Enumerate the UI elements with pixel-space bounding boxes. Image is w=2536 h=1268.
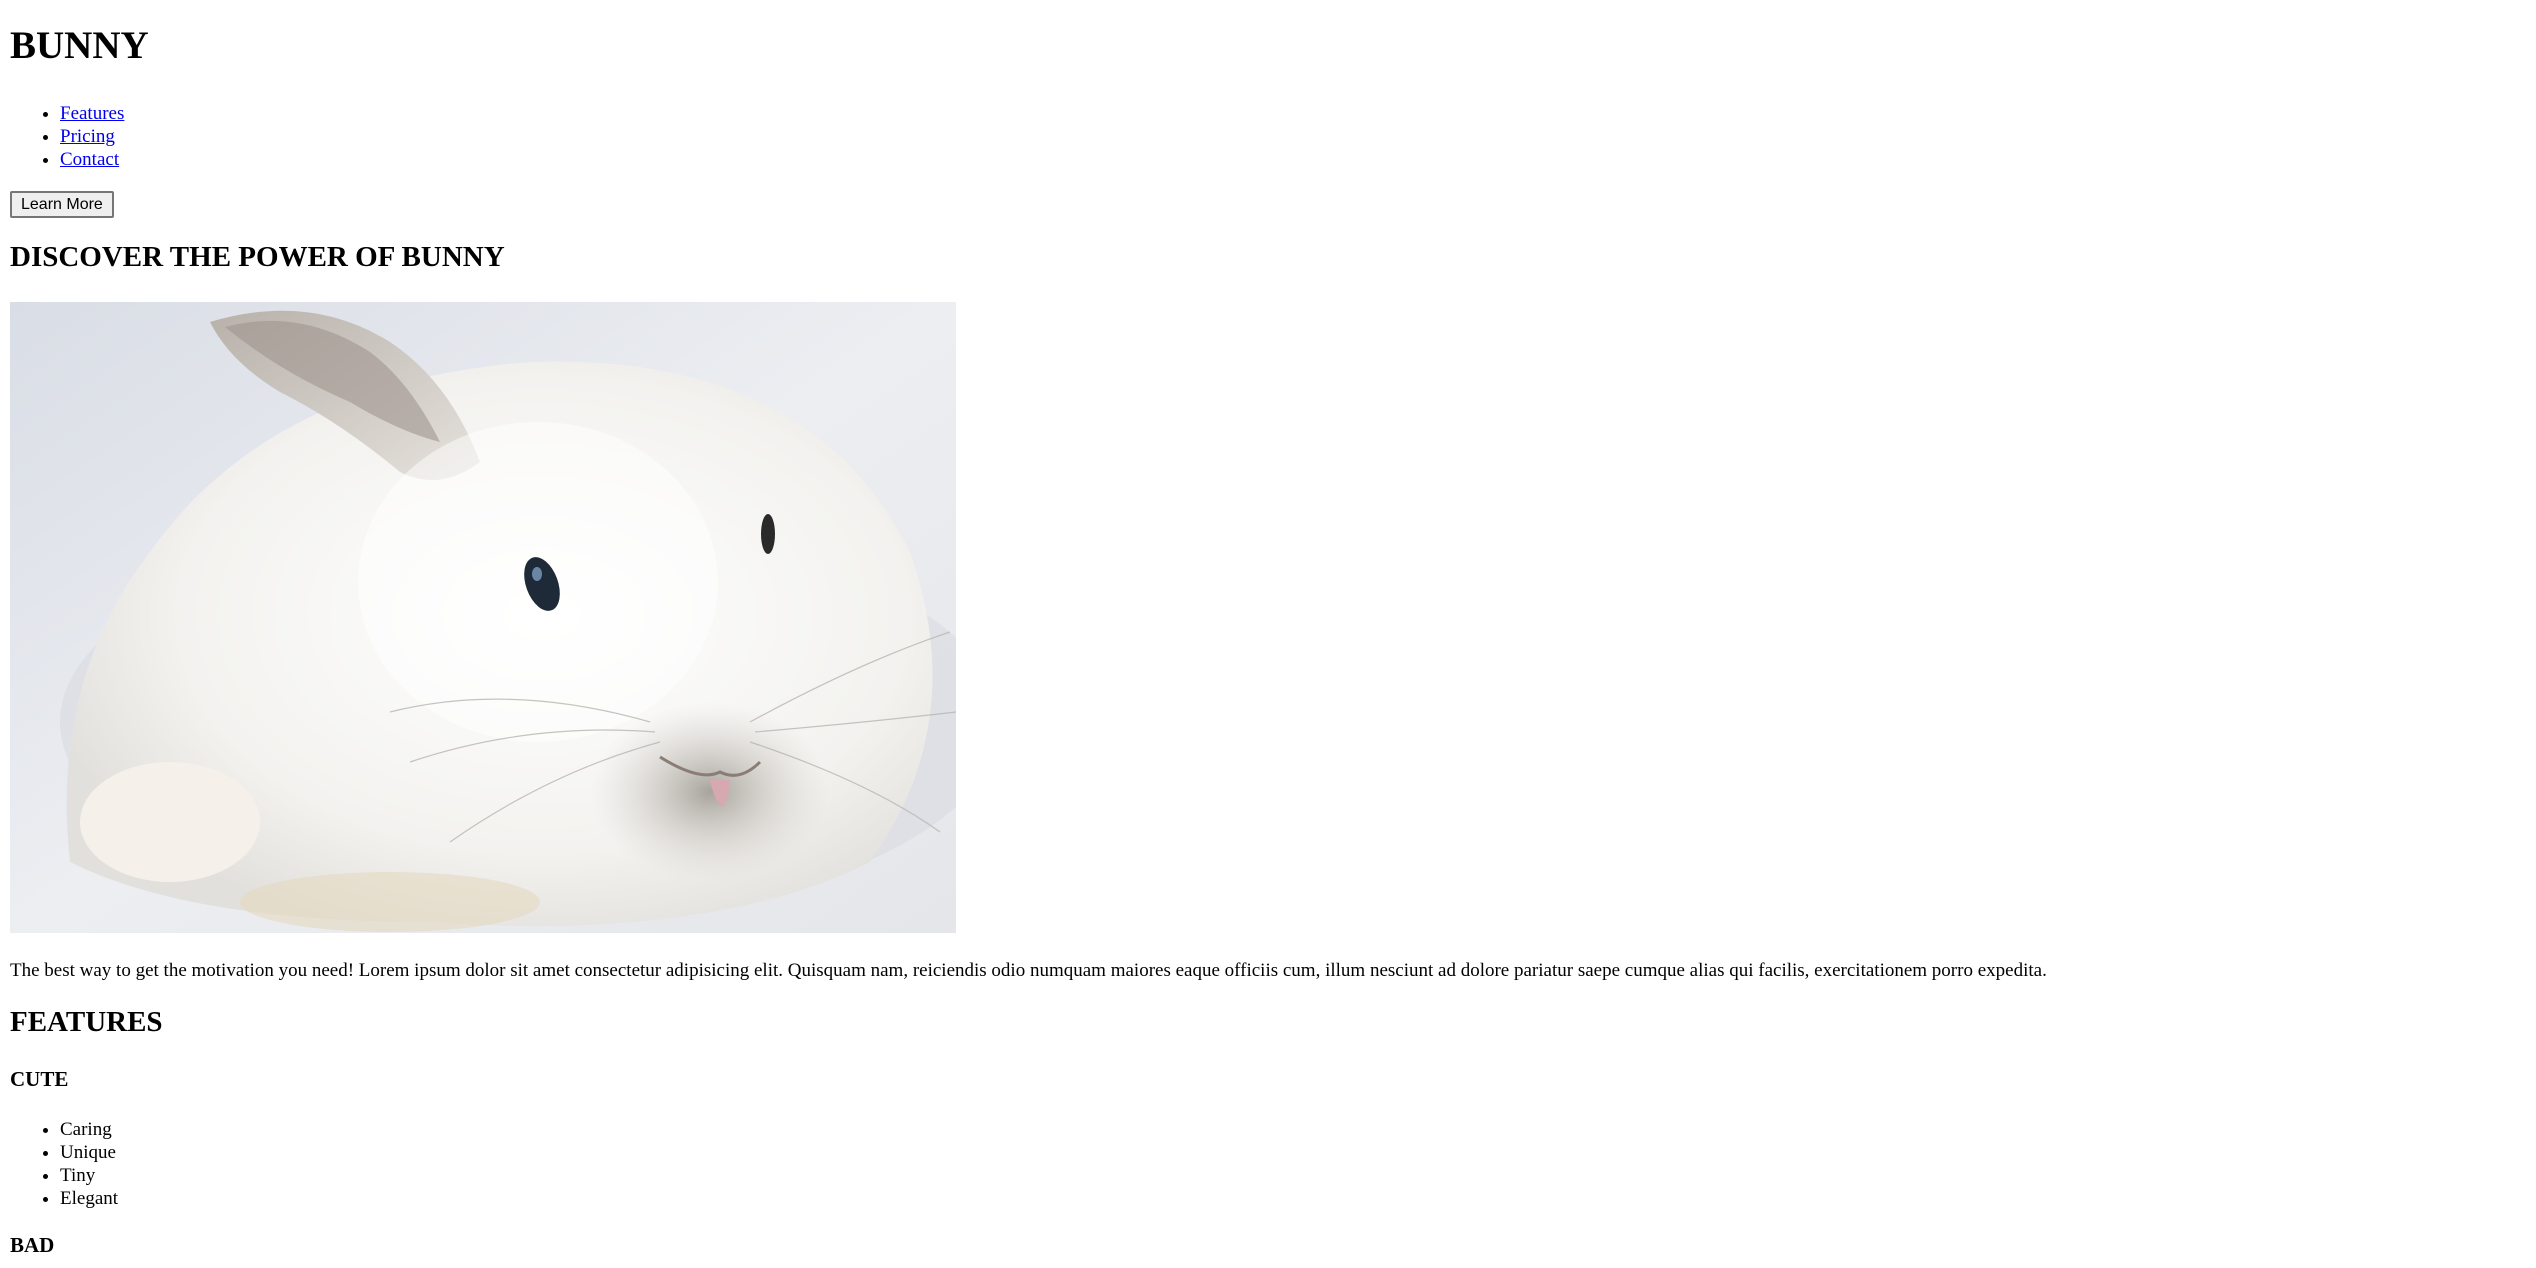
nav-link-features[interactable]: Features [60,103,124,124]
nav-item-features: Features [60,102,124,125]
nav-item-contact: Contact [60,148,124,171]
nav-link-contact[interactable]: Contact [60,149,119,170]
feature-list-cute: Caring Unique Tiny Elegant [10,1118,118,1210]
list-item: Caring [60,1118,118,1141]
page: BUNNY Features Pricing Contact Learn Mor… [0,0,2536,1268]
hero-title: DISCOVER THE POWER OF BUNNY [10,241,505,273]
site-title: BUNNY [10,24,149,67]
list-item: Tiny [60,1164,118,1187]
nav-list: Features Pricing Contact [10,102,124,171]
nav-item-pricing: Pricing [60,125,124,148]
intro-paragraph: The best way to get the motivation you n… [10,960,2047,981]
learn-more-button[interactable]: Learn More [10,191,114,218]
list-item: Elegant [60,1187,118,1210]
nav-link-pricing[interactable]: Pricing [60,126,115,147]
feature-group-title-bad: BAD [10,1233,55,1257]
bunny-photo [10,302,956,933]
list-item: Unique [60,1141,118,1164]
features-title: FEATURES [10,1006,163,1038]
feature-group-title-cute: CUTE [10,1067,69,1091]
